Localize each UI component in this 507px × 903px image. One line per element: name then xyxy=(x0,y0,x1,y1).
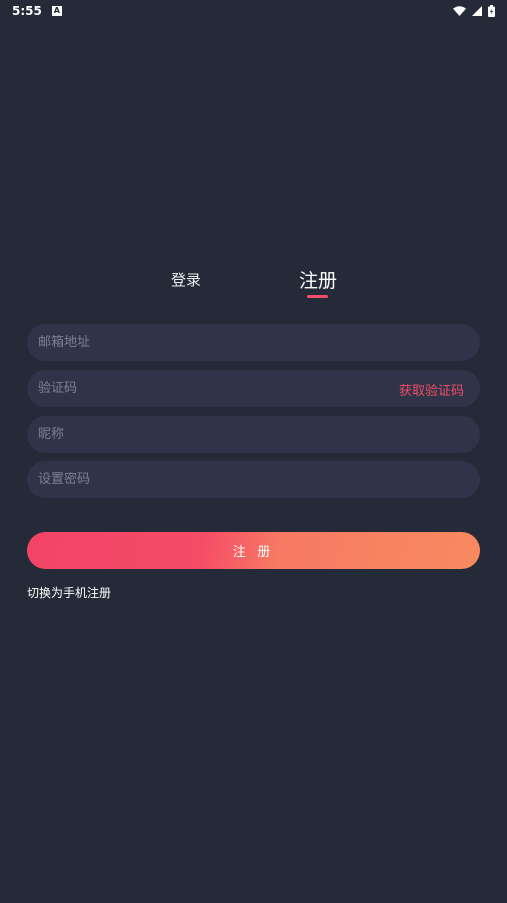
get-code-button[interactable]: 获取验证码 xyxy=(399,380,464,399)
status-right xyxy=(453,5,495,17)
notification-a-icon: A xyxy=(51,6,62,16)
email-field-container xyxy=(27,324,480,361)
status-left: 5:55 A xyxy=(12,4,62,18)
password-input[interactable] xyxy=(38,472,469,487)
register-button[interactable]: 注 册 xyxy=(27,532,480,569)
tab-active-indicator xyxy=(307,295,328,298)
tab-register[interactable]: 注册 xyxy=(299,266,337,293)
code-field-container: 获取验证码 xyxy=(27,370,480,407)
register-screen: 5:55 A 登录 注册 获取验证码 注 册 切换为手机注 xyxy=(0,0,507,903)
tab-login[interactable]: 登录 xyxy=(171,269,201,290)
nickname-input[interactable] xyxy=(38,427,469,442)
battery-icon xyxy=(488,5,495,17)
auth-tabs: 登录 注册 xyxy=(0,262,507,302)
nickname-field-container xyxy=(27,416,480,453)
password-field-container xyxy=(27,461,480,498)
signal-icon xyxy=(472,6,482,16)
verification-code-input[interactable] xyxy=(38,381,399,396)
wifi-icon xyxy=(453,6,466,16)
email-input[interactable] xyxy=(38,335,469,350)
status-time: 5:55 xyxy=(12,4,42,18)
switch-to-phone-register-link[interactable]: 切换为手机注册 xyxy=(27,584,111,601)
status-bar: 5:55 A xyxy=(0,0,507,22)
